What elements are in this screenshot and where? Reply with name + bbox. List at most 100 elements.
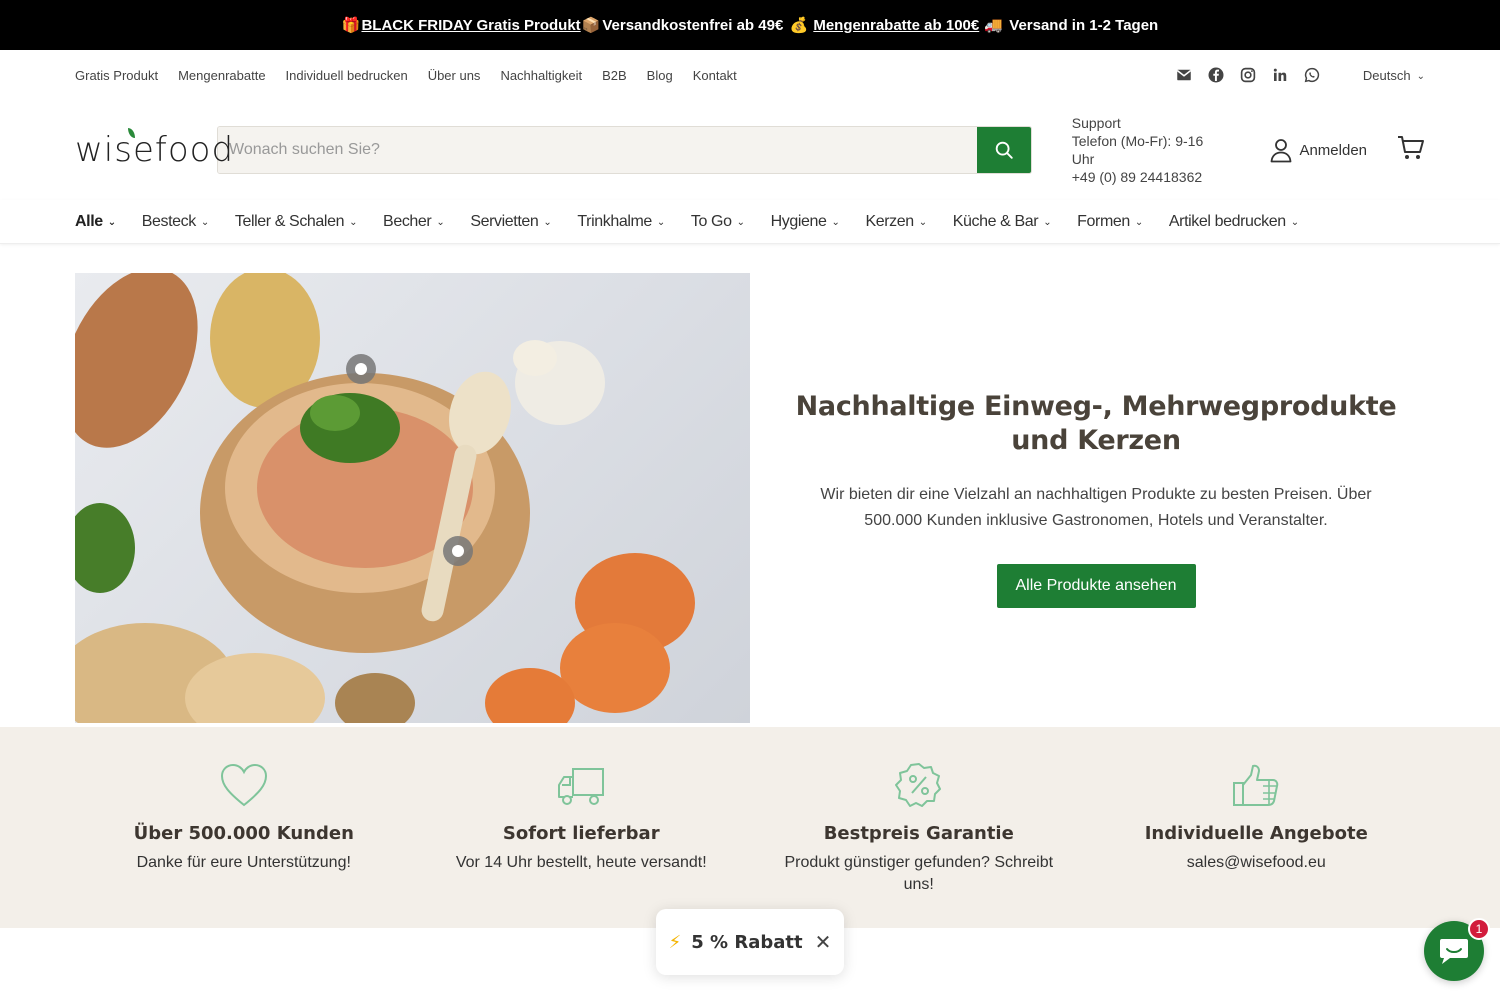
nav-item-trinkhalme[interactable]: Trinkhalme ⌄ xyxy=(577,213,665,231)
login-label: Anmelden xyxy=(1299,141,1367,159)
free-shipping-text: Versandkostenfrei ab 49€ xyxy=(602,16,784,34)
nav-item-formen[interactable]: Formen ⌄ xyxy=(1077,213,1143,231)
mail-icon[interactable] xyxy=(1175,66,1193,84)
support-hours: Telefon (Mo-Fr): 9-16 Uhr xyxy=(1071,133,1204,167)
truck-emoji-icon: 🚚 xyxy=(984,17,1004,34)
chevron-down-icon: ⌄ xyxy=(436,217,445,228)
utility-link-individuell-bedrucken[interactable]: Individuell bedrucken xyxy=(286,68,408,83)
feature-title: Bestpreis Garantie xyxy=(823,823,1014,844)
discount-popup[interactable]: ⚡ 5 % Rabatt ✕ xyxy=(656,909,844,975)
utility-link-nachhaltigkeit[interactable]: Nachhaltigkeit xyxy=(500,68,582,83)
chevron-down-icon: ⌄ xyxy=(349,217,358,228)
hero-section: Nachhaltige Einweg-, Mehrwegprodukte und… xyxy=(0,244,1500,727)
utility-link-mengenrabatte[interactable]: Mengenrabatte xyxy=(178,68,265,83)
chat-button[interactable]: 1 xyxy=(1424,918,1490,981)
chevron-down-icon: ⌄ xyxy=(543,217,552,228)
truck-icon xyxy=(558,768,605,805)
feature-best-price: Bestpreis Garantie Produkt günstiger gef… xyxy=(750,727,1088,928)
feature-text: Danke für eure Unterstützung! xyxy=(136,854,351,871)
bulk-discount-link[interactable]: Mengenrabatte ab 100€ xyxy=(813,17,979,34)
nav-item-kerzen[interactable]: Kerzen ⌄ xyxy=(865,212,927,231)
nav-item-besteck[interactable]: Besteck ⌄ xyxy=(141,212,210,231)
chevron-down-icon: ⌄ xyxy=(831,217,840,228)
feature-delivery: Sofort lieferbar Vor 14 Uhr bestellt, he… xyxy=(413,727,751,928)
utility-link-kontakt[interactable]: Kontakt xyxy=(693,68,737,83)
black-friday-link[interactable]: BLACK FRIDAY Gratis Produkt xyxy=(361,17,580,34)
all-products-button[interactable]: Alle Produkte ansehen xyxy=(996,564,1196,608)
cart-button[interactable] xyxy=(1397,135,1425,166)
chevron-down-icon: ⌄ xyxy=(1043,217,1052,228)
hero-image-soup-bowl xyxy=(75,273,750,723)
search-input[interactable] xyxy=(218,127,977,173)
nav-item-servietten[interactable]: Servietten ⌄ xyxy=(470,213,551,231)
user-icon xyxy=(1271,139,1292,163)
hero-text: Nachhaltige Einweg-, Mehrwegprodukte und… xyxy=(795,390,1397,608)
chevron-down-icon: ⌄ xyxy=(200,217,209,228)
nav-label: Becher xyxy=(383,212,432,230)
feature-title: Über 500.000 Kunden xyxy=(133,823,354,844)
chevron-down-icon: ⌄ xyxy=(656,217,665,228)
linkedin-icon[interactable] xyxy=(1271,66,1289,84)
lightning-icon: ⚡ xyxy=(668,931,682,953)
hero-title: Nachhaltige Einweg-, Mehrwegprodukte und… xyxy=(795,391,1397,456)
nav-label: Artikel bedrucken xyxy=(1168,212,1286,230)
close-icon[interactable]: ✕ xyxy=(815,930,832,954)
nav-label: Trinkhalme xyxy=(577,212,652,230)
nav-label: Hygiene xyxy=(770,212,827,230)
discount-label: 5 % Rabatt xyxy=(691,931,803,953)
utility-link-gratis-produkt[interactable]: Gratis Produkt xyxy=(75,68,158,83)
feature-text: Vor 14 Uhr bestellt, heute versandt! xyxy=(455,854,707,871)
nav-item-to-go[interactable]: To Go ⌄ xyxy=(691,213,745,231)
chevron-down-icon: ⌄ xyxy=(1290,217,1299,228)
nav-label: Alle xyxy=(75,212,103,230)
chevron-down-icon: ⌄ xyxy=(918,217,927,228)
support-info: Support Telefon (Mo-Fr): 9-16 Uhr +49 (0… xyxy=(1072,114,1230,186)
utility-link-blog[interactable]: Blog xyxy=(647,68,673,83)
nav-item-hygiene[interactable]: Hygiene ⌄ xyxy=(771,213,840,231)
gift-icon: 🎁 xyxy=(341,17,361,34)
main-nav: Alle ⌄ Besteck ⌄ Teller & Schalen ⌄ Becher ⌄… xyxy=(0,200,1500,244)
nav-item-kueche-bar[interactable]: Küche & Bar ⌄ xyxy=(952,212,1052,231)
money-bag-icon: 💰 xyxy=(789,17,809,34)
features-section: Über 500.000 Kunden Danke für eure Unter… xyxy=(0,727,1500,928)
notification-badge: 1 xyxy=(1468,918,1490,940)
percent-badge-icon xyxy=(894,763,941,807)
hero-description: Wir bieten dir eine Vielzahl an nachhalt… xyxy=(820,486,1372,529)
feature-title: Sofort lieferbar xyxy=(502,823,660,844)
nav-label: Kerzen xyxy=(865,212,914,230)
announcement-bar: 🎁 BLACK FRIDAY Gratis Produkt 📦 Versandk… xyxy=(0,0,1500,50)
delivery-text: Versand in 1-2 Tagen xyxy=(1009,16,1159,34)
cart-icon xyxy=(1398,135,1424,159)
whatsapp-icon[interactable] xyxy=(1303,66,1321,84)
facebook-icon[interactable] xyxy=(1207,66,1225,84)
feature-email[interactable]: sales@wisefood.eu xyxy=(1111,852,1401,874)
search-icon xyxy=(995,141,1013,159)
thumbs-up-icon xyxy=(1233,764,1279,806)
logo-text: wisefood xyxy=(75,130,235,170)
search-button[interactable] xyxy=(976,127,1031,173)
chat-bubble-icon xyxy=(1440,939,1468,964)
nav-label: Formen xyxy=(1077,212,1130,230)
support-phone[interactable]: +49 (0) 89 24418362 xyxy=(1072,168,1230,186)
utility-link-ueber-uns[interactable]: Über uns xyxy=(428,68,481,83)
utility-link-b2b[interactable]: B2B xyxy=(602,68,627,83)
feature-text: Produkt günstiger gefunden? Schreibt uns… xyxy=(784,854,1054,893)
utility-links: Gratis Produkt Mengenrabatte Individuell… xyxy=(75,68,737,83)
nav-label: Küche & Bar xyxy=(952,212,1039,230)
nav-item-teller-schalen[interactable]: Teller & Schalen ⌄ xyxy=(234,212,358,231)
nav-item-becher[interactable]: Becher ⌄ xyxy=(383,212,445,231)
nav-label: Besteck xyxy=(141,212,197,230)
feature-customers: Über 500.000 Kunden Danke für eure Unter… xyxy=(75,727,413,928)
box-icon: 📦 xyxy=(581,17,601,34)
nav-item-artikel-bedrucken[interactable]: Artikel bedrucken ⌄ xyxy=(1169,213,1299,231)
nav-label: Teller & Schalen xyxy=(234,212,345,230)
site-logo[interactable]: wisefood xyxy=(75,128,233,170)
chevron-down-icon: ⌄ xyxy=(107,217,116,228)
instagram-icon[interactable] xyxy=(1239,66,1257,84)
main-header: wisefood Support Telefon (Mo-Fr): 9-16 U… xyxy=(0,100,1500,200)
nav-label: To Go xyxy=(690,212,732,230)
nav-item-alle[interactable]: Alle ⌄ xyxy=(75,213,116,231)
language-selector[interactable]: Deutsch ⌄ xyxy=(1363,68,1425,83)
search-bar xyxy=(217,126,1032,174)
login-button[interactable]: Anmelden xyxy=(1269,137,1367,163)
